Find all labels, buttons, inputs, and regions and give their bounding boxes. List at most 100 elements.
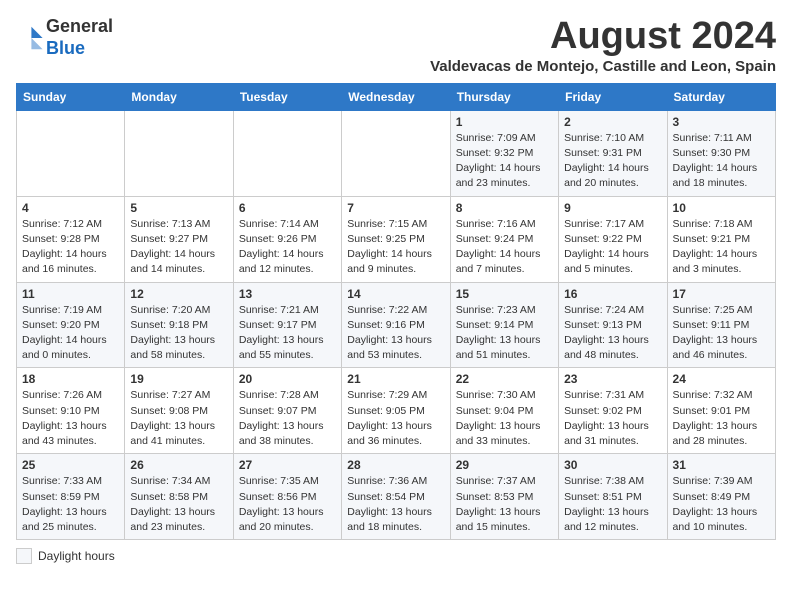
day-info: Sunrise: 7:25 AMSunset: 9:11 PMDaylight:… [673, 303, 770, 364]
day-number: 21 [347, 372, 444, 386]
calendar-cell [233, 110, 341, 196]
day-info: Sunrise: 7:18 AMSunset: 9:21 PMDaylight:… [673, 217, 770, 278]
day-info: Sunrise: 7:33 AMSunset: 8:59 PMDaylight:… [22, 474, 119, 535]
calendar-cell: 21 Sunrise: 7:29 AMSunset: 9:05 PMDayligh… [342, 368, 450, 454]
day-info: Sunrise: 7:16 AMSunset: 9:24 PMDaylight:… [456, 217, 553, 278]
calendar-cell [125, 110, 233, 196]
day-number: 23 [564, 372, 661, 386]
calendar-body: 1 Sunrise: 7:09 AMSunset: 9:32 PMDaylight… [17, 110, 776, 539]
day-info: Sunrise: 7:30 AMSunset: 9:04 PMDaylight:… [456, 388, 553, 449]
day-info: Sunrise: 7:20 AMSunset: 9:18 PMDaylight:… [130, 303, 227, 364]
day-number: 9 [564, 201, 661, 215]
day-number: 6 [239, 201, 336, 215]
day-info: Sunrise: 7:39 AMSunset: 8:49 PMDaylight:… [673, 474, 770, 535]
day-info: Sunrise: 7:11 AMSunset: 9:30 PMDaylight:… [673, 131, 770, 192]
calendar-cell: 24 Sunrise: 7:32 AMSunset: 9:01 PMDayligh… [667, 368, 775, 454]
logo-blue-text: Blue [46, 38, 85, 58]
calendar-week-5: 25 Sunrise: 7:33 AMSunset: 8:59 PMDayligh… [17, 454, 776, 540]
day-number: 1 [456, 115, 553, 129]
day-info: Sunrise: 7:12 AMSunset: 9:28 PMDaylight:… [22, 217, 119, 278]
calendar-cell: 29Sunrise: 7:37 AMSunset: 8:53 PMDayligh… [450, 454, 558, 540]
day-info: Sunrise: 7:13 AMSunset: 9:27 PMDaylight:… [130, 217, 227, 278]
day-info: Sunrise: 7:15 AMSunset: 9:25 PMDaylight:… [347, 217, 444, 278]
subtitle: Valdevacas de Montejo, Castille and Leon… [430, 58, 776, 75]
calendar-cell: 12 Sunrise: 7:20 AMSunset: 9:18 PMDayligh… [125, 282, 233, 368]
calendar-week-3: 11 Sunrise: 7:19 AMSunset: 9:20 PMDayligh… [17, 282, 776, 368]
day-number: 13 [239, 287, 336, 301]
day-info: Sunrise: 7:28 AMSunset: 9:07 PMDaylight:… [239, 388, 336, 449]
calendar-cell: 30 Sunrise: 7:38 AMSunset: 8:51 PMDayligh… [559, 454, 667, 540]
calendar-cell: 1 Sunrise: 7:09 AMSunset: 9:32 PMDaylight… [450, 110, 558, 196]
calendar-table: SundayMondayTuesdayWednesdayThursdayFrid… [16, 83, 776, 540]
calendar-cell: 19Sunrise: 7:27 AMSunset: 9:08 PMDayligh… [125, 368, 233, 454]
calendar-cell: 8 Sunrise: 7:16 AMSunset: 9:24 PMDaylight… [450, 196, 558, 282]
page-header: General Blue August 2024 Valdevacas de M… [16, 16, 776, 75]
day-number: 5 [130, 201, 227, 215]
day-number: 10 [673, 201, 770, 215]
header-day-monday: Monday [125, 83, 233, 110]
main-title: August 2024 [430, 16, 776, 58]
day-number: 11 [22, 287, 119, 301]
day-number: 30 [564, 458, 661, 472]
calendar-cell: 20Sunrise: 7:28 AMSunset: 9:07 PMDayligh… [233, 368, 341, 454]
day-info: Sunrise: 7:26 AMSunset: 9:10 PMDaylight:… [22, 388, 119, 449]
header-day-wednesday: Wednesday [342, 83, 450, 110]
day-number: 24 [673, 372, 770, 386]
day-info: Sunrise: 7:14 AMSunset: 9:26 PMDaylight:… [239, 217, 336, 278]
calendar-cell: 26 Sunrise: 7:34 AMSunset: 8:58 PMDayligh… [125, 454, 233, 540]
day-info: Sunrise: 7:21 AMSunset: 9:17 PMDaylight:… [239, 303, 336, 364]
calendar-cell: 13 Sunrise: 7:21 AMSunset: 9:17 PMDayligh… [233, 282, 341, 368]
day-info: Sunrise: 7:29 AMSunset: 9:05 PMDaylight:… [347, 388, 444, 449]
day-number: 8 [456, 201, 553, 215]
calendar-cell: 3Sunrise: 7:11 AMSunset: 9:30 PMDaylight… [667, 110, 775, 196]
day-number: 19 [130, 372, 227, 386]
day-number: 14 [347, 287, 444, 301]
legend-label: Daylight hours [38, 549, 115, 563]
calendar-cell [342, 110, 450, 196]
calendar-week-1: 1 Sunrise: 7:09 AMSunset: 9:32 PMDaylight… [17, 110, 776, 196]
calendar-cell: 25 Sunrise: 7:33 AMSunset: 8:59 PMDayligh… [17, 454, 125, 540]
header-day-thursday: Thursday [450, 83, 558, 110]
day-number: 28 [347, 458, 444, 472]
day-number: 4 [22, 201, 119, 215]
calendar-header: SundayMondayTuesdayWednesdayThursdayFrid… [17, 83, 776, 110]
header-day-sunday: Sunday [17, 83, 125, 110]
day-info: Sunrise: 7:23 AMSunset: 9:14 PMDaylight:… [456, 303, 553, 364]
day-number: 31 [673, 458, 770, 472]
calendar-cell: 9 Sunrise: 7:17 AMSunset: 9:22 PMDaylight… [559, 196, 667, 282]
day-number: 12 [130, 287, 227, 301]
day-info: Sunrise: 7:35 AMSunset: 8:56 PMDaylight:… [239, 474, 336, 535]
day-info: Sunrise: 7:37 AMSunset: 8:53 PMDaylight:… [456, 474, 553, 535]
calendar-cell: 2Sunrise: 7:10 AMSunset: 9:31 PMDaylight… [559, 110, 667, 196]
calendar-cell: 27Sunrise: 7:35 AMSunset: 8:56 PMDayligh… [233, 454, 341, 540]
day-info: Sunrise: 7:19 AMSunset: 9:20 PMDaylight:… [22, 303, 119, 364]
day-number: 22 [456, 372, 553, 386]
day-number: 17 [673, 287, 770, 301]
day-number: 26 [130, 458, 227, 472]
header-row: SundayMondayTuesdayWednesdayThursdayFrid… [17, 83, 776, 110]
day-info: Sunrise: 7:32 AMSunset: 9:01 PMDaylight:… [673, 388, 770, 449]
calendar-week-2: 4 Sunrise: 7:12 AMSunset: 9:28 PMDaylight… [17, 196, 776, 282]
calendar-cell: 11 Sunrise: 7:19 AMSunset: 9:20 PMDayligh… [17, 282, 125, 368]
day-info: Sunrise: 7:09 AMSunset: 9:32 PMDaylight:… [456, 131, 553, 192]
day-number: 18 [22, 372, 119, 386]
day-info: Sunrise: 7:38 AMSunset: 8:51 PMDaylight:… [564, 474, 661, 535]
logo-general-text: General [46, 16, 113, 36]
header-day-tuesday: Tuesday [233, 83, 341, 110]
day-info: Sunrise: 7:31 AMSunset: 9:02 PMDaylight:… [564, 388, 661, 449]
calendar-cell: 4 Sunrise: 7:12 AMSunset: 9:28 PMDaylight… [17, 196, 125, 282]
day-info: Sunrise: 7:17 AMSunset: 9:22 PMDaylight:… [564, 217, 661, 278]
day-number: 16 [564, 287, 661, 301]
calendar-week-4: 18 Sunrise: 7:26 AMSunset: 9:10 PMDayligh… [17, 368, 776, 454]
header-day-friday: Friday [559, 83, 667, 110]
day-info: Sunrise: 7:34 AMSunset: 8:58 PMDaylight:… [130, 474, 227, 535]
calendar-cell: 7Sunrise: 7:15 AMSunset: 9:25 PMDaylight… [342, 196, 450, 282]
day-info: Sunrise: 7:24 AMSunset: 9:13 PMDaylight:… [564, 303, 661, 364]
day-info: Sunrise: 7:36 AMSunset: 8:54 PMDaylight:… [347, 474, 444, 535]
calendar-cell: 14 Sunrise: 7:22 AMSunset: 9:16 PMDayligh… [342, 282, 450, 368]
day-number: 25 [22, 458, 119, 472]
legend: Daylight hours [16, 548, 776, 564]
header-day-saturday: Saturday [667, 83, 775, 110]
day-info: Sunrise: 7:22 AMSunset: 9:16 PMDaylight:… [347, 303, 444, 364]
calendar-cell [17, 110, 125, 196]
